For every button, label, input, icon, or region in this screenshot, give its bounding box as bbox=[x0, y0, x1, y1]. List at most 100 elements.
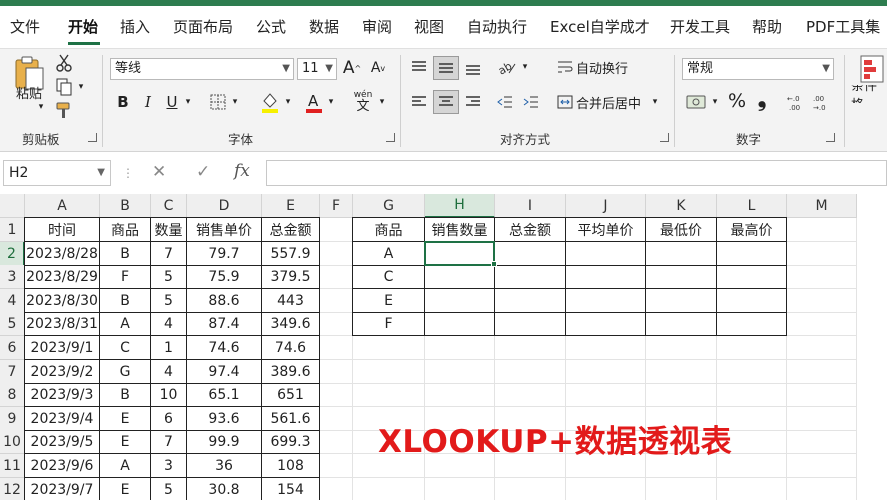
cell-a8[interactable]: 2023/9/3 bbox=[25, 383, 100, 407]
cell-empty-f9[interactable] bbox=[320, 407, 353, 431]
cell-empty-j5[interactable] bbox=[566, 312, 646, 336]
cell-empty-k4[interactable] bbox=[646, 289, 717, 313]
cell-e4[interactable]: 443 bbox=[262, 289, 320, 313]
font-size-select[interactable]: 11 ▼ bbox=[297, 58, 337, 80]
cell-l1[interactable]: 最高价 bbox=[717, 218, 787, 242]
row-header-12[interactable]: 12 bbox=[0, 478, 25, 500]
align-bottom-icon[interactable] bbox=[462, 57, 484, 79]
select-all-corner[interactable] bbox=[0, 194, 25, 218]
cell-empty-j8[interactable] bbox=[566, 383, 646, 407]
merge-center-icon[interactable] bbox=[555, 91, 575, 113]
column-header-h[interactable]: H bbox=[425, 194, 495, 218]
increase-font-icon[interactable]: A ^ bbox=[342, 56, 362, 80]
cell-empty-j6[interactable] bbox=[566, 336, 646, 360]
cell-b12[interactable]: E bbox=[100, 478, 151, 500]
cell-g1[interactable]: 商品 bbox=[353, 218, 425, 242]
cell-i1[interactable]: 总金额 bbox=[495, 218, 566, 242]
paste-button[interactable]: 粘贴 bbox=[12, 83, 46, 102]
cell-empty-f3[interactable] bbox=[320, 265, 353, 289]
clipboard-launcher-icon[interactable] bbox=[88, 133, 97, 142]
cancel-icon[interactable]: ✕ bbox=[152, 162, 166, 182]
cell-d9[interactable]: 93.6 bbox=[187, 407, 262, 431]
cell-d12[interactable]: 30.8 bbox=[187, 478, 262, 500]
column-header-m[interactable]: M bbox=[787, 194, 857, 218]
cell-empty-f5[interactable] bbox=[320, 312, 353, 336]
cell-empty-h6[interactable] bbox=[425, 336, 495, 360]
column-header-k[interactable]: K bbox=[646, 194, 717, 218]
increase-indent-icon[interactable] bbox=[520, 91, 542, 113]
cell-empty-m9[interactable] bbox=[787, 407, 857, 431]
menu-excel-learning[interactable]: Excel自学成才 bbox=[550, 16, 650, 37]
italic-button[interactable]: I bbox=[140, 91, 156, 113]
cell-a2[interactable]: 2023/8/28 bbox=[25, 242, 100, 266]
cell-b1[interactable]: 商品 bbox=[100, 218, 151, 242]
cell-e5[interactable]: 349.6 bbox=[262, 312, 320, 336]
cell-empty-j2[interactable] bbox=[566, 242, 646, 266]
menu-formulas[interactable]: 公式 bbox=[256, 16, 286, 37]
cell-empty-i12[interactable] bbox=[495, 478, 566, 500]
cell-g2[interactable]: A bbox=[353, 242, 425, 266]
column-header-b[interactable]: B bbox=[100, 194, 151, 218]
cell-empty-m5[interactable] bbox=[787, 312, 857, 336]
cell-empty-h8[interactable] bbox=[425, 383, 495, 407]
menu-developer[interactable]: 开发工具 bbox=[670, 16, 730, 37]
cell-empty-i4[interactable] bbox=[495, 289, 566, 313]
paste-dropdown-icon[interactable]: ▾ bbox=[36, 101, 46, 113]
cell-empty-k12[interactable] bbox=[646, 478, 717, 500]
cell-empty-m12[interactable] bbox=[787, 478, 857, 500]
cell-d8[interactable]: 65.1 bbox=[187, 383, 262, 407]
cell-empty-k5[interactable] bbox=[646, 312, 717, 336]
alignment-launcher-icon[interactable] bbox=[660, 133, 669, 142]
cell-c9[interactable]: 6 bbox=[151, 407, 187, 431]
cell-c12[interactable]: 5 bbox=[151, 478, 187, 500]
cell-a12[interactable]: 2023/9/7 bbox=[25, 478, 100, 500]
align-left-icon[interactable] bbox=[408, 91, 430, 113]
cell-d7[interactable]: 97.4 bbox=[187, 360, 262, 384]
cell-empty-l12[interactable] bbox=[717, 478, 787, 500]
cell-empty-m1[interactable] bbox=[787, 218, 857, 242]
cell-empty-f6[interactable] bbox=[320, 336, 353, 360]
row-header-11[interactable]: 11 bbox=[0, 454, 25, 478]
decrease-decimal-icon[interactable]: .00 →.0 bbox=[812, 91, 834, 113]
enter-icon[interactable]: ✓ bbox=[196, 162, 210, 182]
cell-empty-f8[interactable] bbox=[320, 383, 353, 407]
menu-home[interactable]: 开始 bbox=[68, 16, 98, 37]
cell-c1[interactable]: 数量 bbox=[151, 218, 187, 242]
insert-function-button[interactable]: fx bbox=[234, 161, 250, 181]
cell-b5[interactable]: A bbox=[100, 312, 151, 336]
cell-d4[interactable]: 88.6 bbox=[187, 289, 262, 313]
wrap-text-icon[interactable] bbox=[556, 57, 574, 77]
copy-dropdown-icon[interactable]: ▾ bbox=[76, 81, 86, 93]
cell-empty-k8[interactable] bbox=[646, 383, 717, 407]
row-header-9[interactable]: 9 bbox=[0, 407, 25, 431]
bold-button[interactable]: B bbox=[114, 91, 132, 113]
decrease-indent-icon[interactable] bbox=[494, 91, 516, 113]
row-header-7[interactable]: 7 bbox=[0, 360, 25, 384]
cell-empty-h3[interactable] bbox=[425, 265, 495, 289]
cell-g5[interactable]: F bbox=[353, 312, 425, 336]
cell-b8[interactable]: B bbox=[100, 383, 151, 407]
cell-empty-m7[interactable] bbox=[787, 360, 857, 384]
cell-d6[interactable]: 74.6 bbox=[187, 336, 262, 360]
conditional-format-button[interactable]: 条件格 bbox=[851, 85, 887, 103]
cell-e7[interactable]: 389.6 bbox=[262, 360, 320, 384]
cell-empty-l6[interactable] bbox=[717, 336, 787, 360]
merge-dropdown-icon[interactable]: ▾ bbox=[650, 93, 660, 111]
cell-c5[interactable]: 4 bbox=[151, 312, 187, 336]
cell-k1[interactable]: 最低价 bbox=[646, 218, 717, 242]
cell-e10[interactable]: 699.3 bbox=[262, 430, 320, 454]
cell-g3[interactable]: C bbox=[353, 265, 425, 289]
percent-button[interactable]: % bbox=[727, 89, 747, 113]
cell-empty-h7[interactable] bbox=[425, 360, 495, 384]
cell-a3[interactable]: 2023/8/29 bbox=[25, 265, 100, 289]
cell-a10[interactable]: 2023/9/5 bbox=[25, 430, 100, 454]
increase-decimal-icon[interactable]: ←.0.00 bbox=[786, 91, 808, 113]
cell-empty-m2[interactable] bbox=[787, 242, 857, 266]
cell-c3[interactable]: 5 bbox=[151, 265, 187, 289]
column-header-e[interactable]: E bbox=[262, 194, 320, 218]
row-header-1[interactable]: 1 bbox=[0, 218, 25, 242]
font-name-select[interactable]: 等线 ▼ bbox=[110, 58, 294, 80]
orientation-dropdown-icon[interactable]: ▾ bbox=[520, 59, 530, 75]
cell-b9[interactable]: E bbox=[100, 407, 151, 431]
align-top-icon[interactable] bbox=[408, 57, 430, 79]
